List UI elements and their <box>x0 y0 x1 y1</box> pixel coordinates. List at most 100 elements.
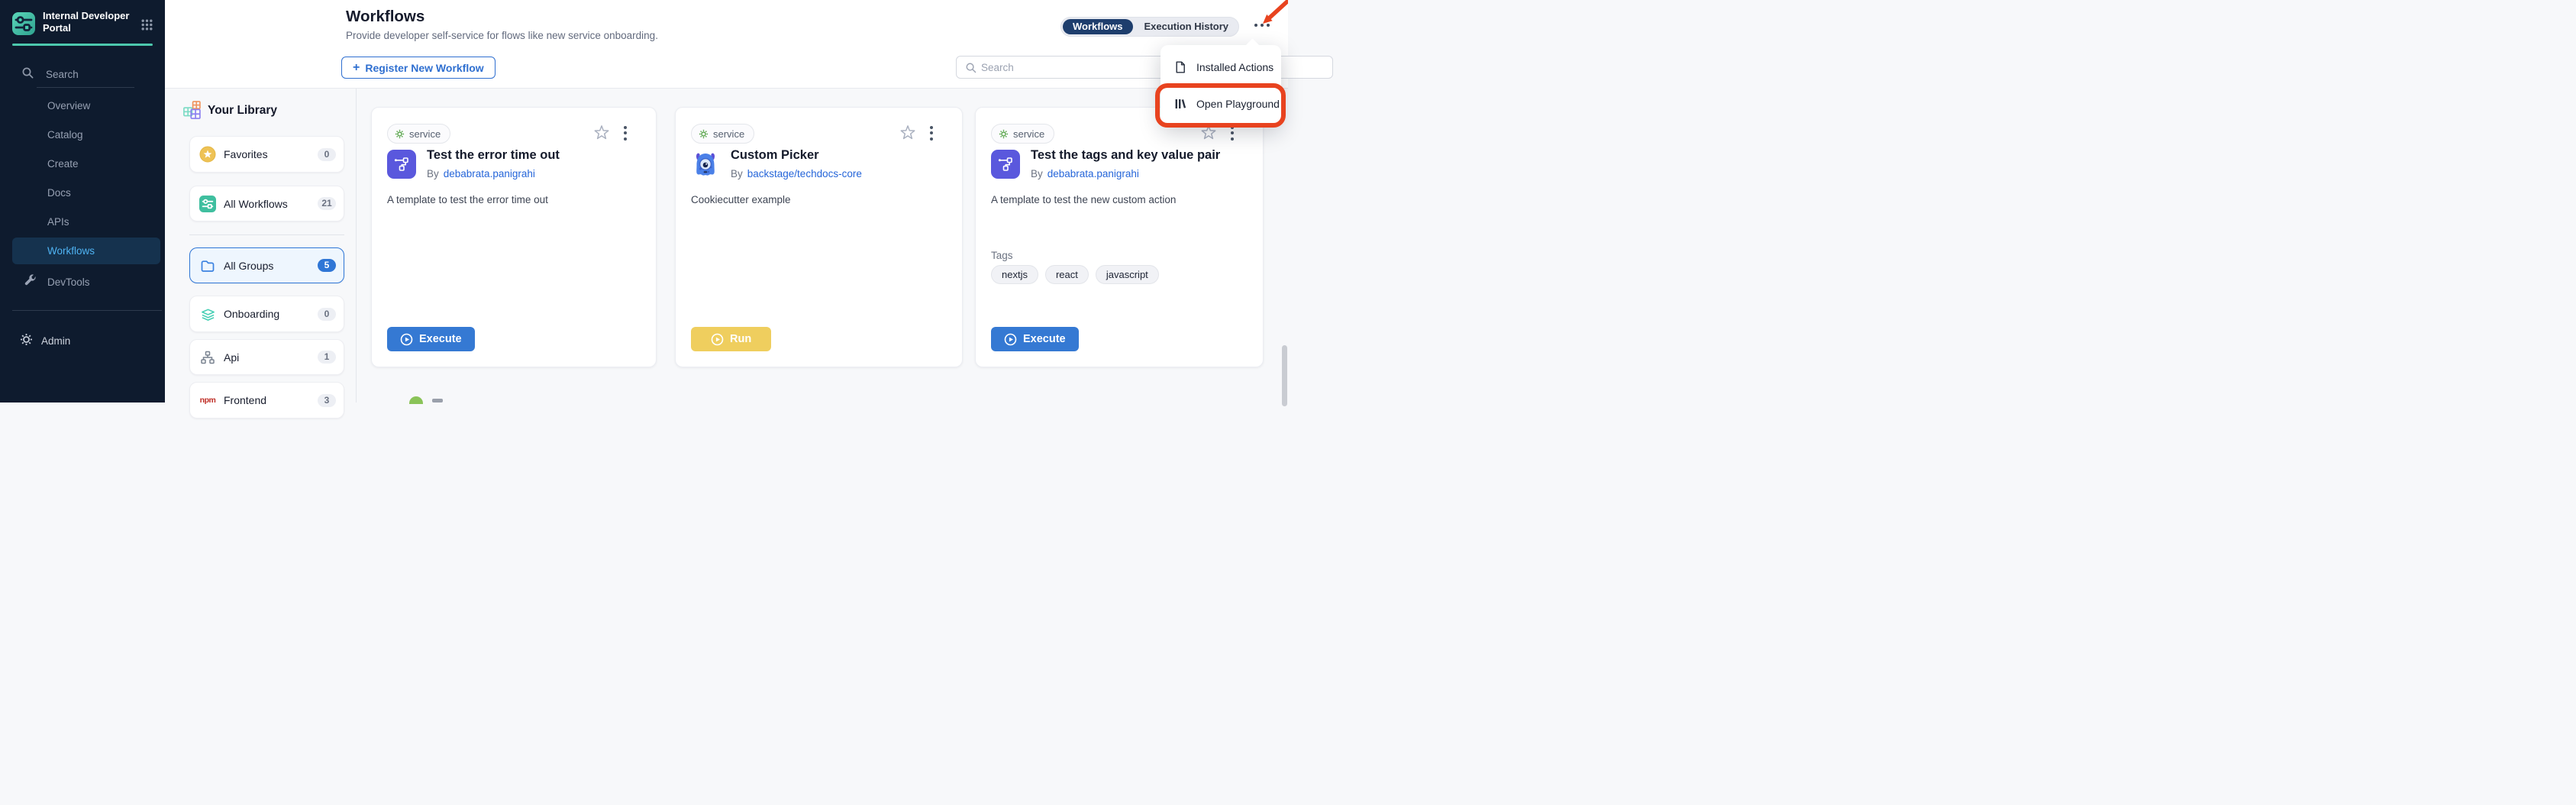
by-label: By <box>1031 168 1043 179</box>
library-item-frontend[interactable]: npm Frontend 3 <box>189 382 344 419</box>
kind-chip: service <box>387 124 450 144</box>
workflow-logo-icon <box>12 12 35 35</box>
register-new-workflow-button[interactable]: + Register New Workflow <box>341 57 496 79</box>
gear-icon <box>20 333 33 346</box>
count-badge: 0 <box>318 308 336 321</box>
library-item-label: Onboarding <box>224 308 279 320</box>
page-subtitle: Provide developer self-service for flows… <box>346 30 658 41</box>
author-link[interactable]: debabrata.panigrahi <box>1048 168 1139 179</box>
next-section-title-clipped <box>432 399 467 402</box>
play-icon <box>1004 333 1017 346</box>
monster-icon <box>691 150 720 179</box>
by-label: By <box>731 168 743 179</box>
folder-icon <box>198 258 218 273</box>
tag-pill[interactable]: javascript <box>1096 265 1159 284</box>
sidebar-item-workflows-label: Workflows <box>47 238 95 264</box>
sidebar-item-devtools[interactable]: DevTools <box>47 275 90 290</box>
play-icon <box>400 333 413 346</box>
sidebar-item-apis[interactable]: APIs <box>47 215 69 230</box>
sidebar-item-overview[interactable]: Overview <box>47 99 90 114</box>
sidebar-item-search[interactable]: Search <box>46 67 79 82</box>
library-item-label: Favorites <box>224 148 268 160</box>
tag-pill[interactable]: nextjs <box>991 265 1038 284</box>
card-description: A template to test the error time out <box>387 194 548 205</box>
author-link[interactable]: debabrata.panigrahi <box>444 168 535 179</box>
favorite-star-icon[interactable] <box>899 124 916 141</box>
tags-label: Tags <box>991 250 1013 261</box>
favorite-star-icon[interactable] <box>1200 124 1217 141</box>
library-item-label: Api <box>224 351 239 364</box>
workflow-card: service Test the error time out By debabr… <box>371 107 657 367</box>
gear-icon <box>395 129 405 139</box>
card-description: Cookiecutter example <box>691 194 791 205</box>
menu-item-open-playground[interactable]: Open Playground <box>1160 88 1281 120</box>
kind-chip: service <box>991 124 1054 144</box>
card-menu-icon[interactable] <box>927 123 936 143</box>
author-link[interactable]: backstage/techdocs-core <box>747 168 862 179</box>
workflow-card: service Test the tags and key value pair… <box>975 107 1264 367</box>
register-new-workflow-label: Register New Workflow <box>365 62 483 74</box>
kind-chip-label: service <box>1013 128 1044 140</box>
count-badge: 0 <box>318 148 336 161</box>
app-title: Internal Developer Portal <box>43 10 145 34</box>
workflows-logo-icon <box>198 196 218 212</box>
wrench-icon <box>24 274 37 287</box>
app-logo <box>12 12 35 35</box>
library-icon <box>1174 98 1186 110</box>
view-toggle: Workflows Execution History <box>1060 17 1239 37</box>
gear-icon <box>999 129 1009 139</box>
count-badge: 3 <box>318 394 336 407</box>
workflow-search-input[interactable] <box>981 57 1164 77</box>
execute-button[interactable]: Execute <box>991 327 1079 351</box>
card-title: Test the tags and key value pair <box>1031 148 1220 163</box>
play-icon <box>711 333 724 346</box>
sidebar-item-docs[interactable]: Docs <box>47 186 71 201</box>
favorite-star-icon[interactable] <box>593 124 610 141</box>
template-icon <box>991 150 1020 179</box>
count-badge: 21 <box>318 197 336 210</box>
tags-row: nextjs react javascript <box>991 265 1159 284</box>
star-circle-icon <box>198 146 218 163</box>
run-button[interactable]: Run <box>691 327 771 351</box>
library-item-label: Frontend <box>224 394 266 406</box>
sidebar-item-create[interactable]: Create <box>47 157 79 172</box>
divider <box>12 310 162 311</box>
library-item-favorites[interactable]: Favorites 0 <box>189 136 344 173</box>
card-title: Test the error time out <box>427 148 560 163</box>
grid-apps-icon[interactable] <box>140 18 153 31</box>
card-title: Custom Picker <box>731 148 819 163</box>
sidebar-item-admin[interactable]: Admin <box>41 334 70 349</box>
library-item-onboarding[interactable]: Onboarding 0 <box>189 296 344 332</box>
scrollbar-thumb[interactable] <box>1282 345 1287 406</box>
page-title: Workflows <box>346 8 424 26</box>
npm-icon: npm <box>198 396 218 405</box>
execute-button[interactable]: Execute <box>387 327 475 351</box>
layers-icon <box>198 306 218 322</box>
library-item-all-groups[interactable]: All Groups 5 <box>189 247 344 283</box>
sidebar-accent-rule <box>12 44 153 46</box>
library-panel-title: Your Library <box>208 104 277 118</box>
library-item-label: All Workflows <box>224 198 288 210</box>
search-icon <box>21 66 34 79</box>
tab-execution-history[interactable]: Execution History <box>1135 18 1239 35</box>
file-icon <box>1174 61 1186 73</box>
tab-workflows[interactable]: Workflows <box>1063 19 1133 34</box>
library-cubes-icon <box>182 99 203 121</box>
gear-icon <box>699 129 709 139</box>
library-item-api[interactable]: Api 1 <box>189 339 344 375</box>
sitemap-icon <box>198 350 218 365</box>
library-item-label: All Groups <box>224 260 273 272</box>
kind-chip-label: service <box>713 128 744 140</box>
tag-pill[interactable]: react <box>1045 265 1089 284</box>
sidebar-item-catalog[interactable]: Catalog <box>47 128 83 143</box>
app-sidebar: Internal Developer Portal Search Overvie… <box>0 0 165 402</box>
workflow-search-box <box>956 56 1169 79</box>
by-label: By <box>427 168 439 179</box>
card-description: A template to test the new custom action <box>991 194 1176 205</box>
menu-item-installed-actions[interactable]: Installed Actions <box>1160 51 1281 83</box>
card-menu-icon[interactable] <box>621 123 630 143</box>
library-item-all-workflows[interactable]: All Workflows 21 <box>189 186 344 221</box>
count-badge: 1 <box>318 351 336 364</box>
sidebar-item-workflows[interactable]: Workflows <box>12 238 160 264</box>
template-icon <box>387 150 416 179</box>
